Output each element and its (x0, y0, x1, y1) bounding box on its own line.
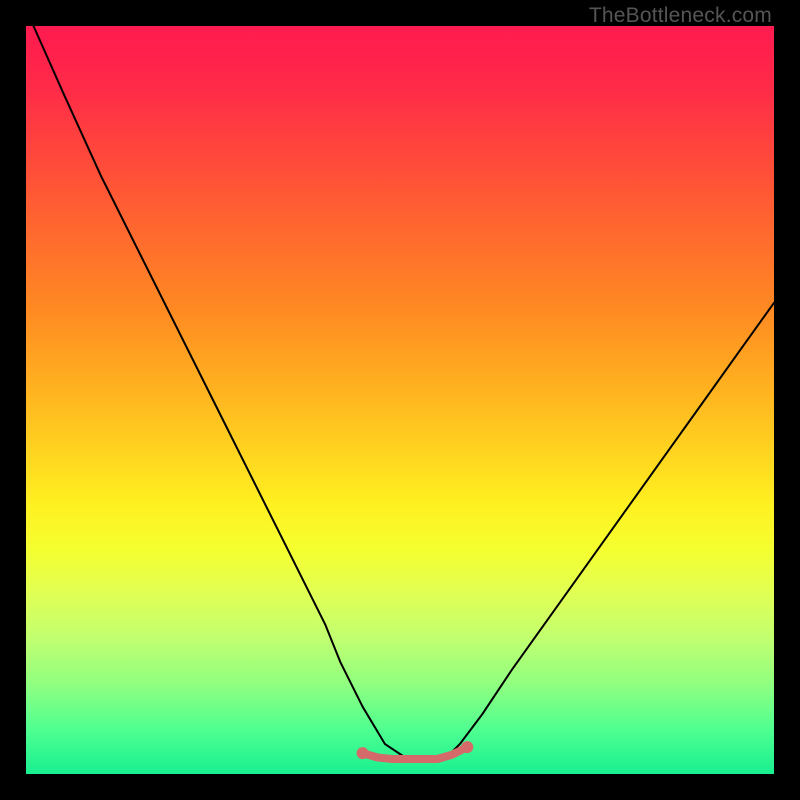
chart-frame: TheBottleneck.com (0, 0, 800, 800)
watermark-text: TheBottleneck.com (589, 4, 772, 28)
chart-svg (26, 26, 774, 774)
end-dot (357, 747, 369, 759)
end-dot (461, 741, 473, 753)
main-curve (34, 26, 775, 759)
flat-segment (363, 747, 468, 759)
